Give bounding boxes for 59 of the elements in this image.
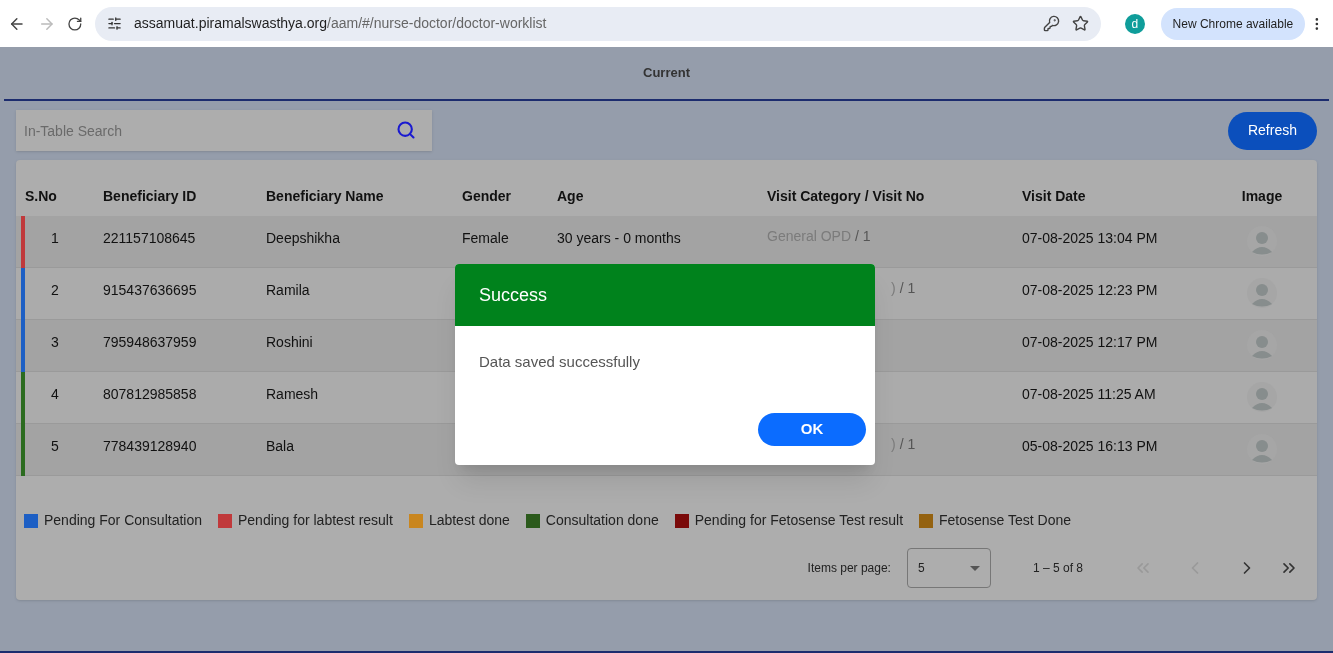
column-header: Beneficiary Name <box>266 187 385 206</box>
column-header: Visit Category / Visit No <box>767 187 926 206</box>
search-field[interactable]: In-Table Search <box>16 110 432 151</box>
refresh-button[interactable]: Refresh <box>1227 111 1317 150</box>
dialog-title: Success <box>479 283 548 307</box>
dropdown-caret-icon <box>969 565 980 571</box>
table-cell: Ramesh <box>266 386 319 402</box>
range-label: 1 – 5 of 8 <box>1032 560 1083 577</box>
table-cell: 1 <box>51 230 59 246</box>
table-cell: 778439128940 <box>103 438 197 454</box>
table-cell: 07-08-2025 12:23 PM <box>1022 282 1158 298</box>
legend-label: Pending For Consultation <box>44 511 202 530</box>
legend-label: Labtest done <box>428 511 510 530</box>
items-per-page-label: Items per page: <box>807 560 891 577</box>
table-cell: 915437636695 <box>103 282 197 298</box>
table-cell: 07-08-2025 13:04 PM <box>1022 230 1158 246</box>
legend-label: Pending for labtest result <box>238 511 393 530</box>
reload-icon[interactable] <box>67 15 84 32</box>
ok-button[interactable]: OK <box>758 413 866 446</box>
visit-category: ) <box>891 279 896 298</box>
column-header: Gender <box>462 187 512 206</box>
table-cell: 07-08-2025 12:17 PM <box>1022 334 1158 350</box>
table-cell: Female <box>462 230 509 246</box>
page-size-select[interactable]: 5 <box>906 548 991 588</box>
table-cell: 4 <box>51 386 59 402</box>
visit-number: / 1 <box>899 279 916 298</box>
visit-number: / 1 <box>899 435 916 454</box>
url-text: assamuat.piramalswasthya.org/aam/#/nurse-doctor/doctor-worklist <box>134 14 547 33</box>
table-cell: 5 <box>51 438 59 454</box>
dialog-message: Data saved successfully <box>478 352 641 372</box>
column-header: Age <box>557 187 585 206</box>
table-cell: 807812985858 <box>103 386 197 402</box>
column-header: Image <box>1240 187 1284 206</box>
update-chip[interactable]: New Chrome available <box>1160 7 1306 40</box>
search-icon[interactable] <box>396 120 416 140</box>
legend-label: Consultation done <box>545 511 659 530</box>
address-bar[interactable]: assamuat.piramalswasthya.org/aam/#/nurse-doctor/doctor-worklist <box>95 6 1101 41</box>
table-cell: 30 years - 0 months <box>557 230 681 246</box>
bookmark-star-icon[interactable] <box>1071 15 1089 32</box>
table-cell: Ramila <box>266 282 310 298</box>
key-icon[interactable] <box>1042 15 1060 32</box>
column-header: S.No <box>25 187 58 206</box>
table-cell: Deepshikha <box>266 230 340 246</box>
table-cell: 795948637959 <box>103 334 197 350</box>
site-info-icon[interactable] <box>107 16 123 31</box>
table-cell: 07-08-2025 11:25 AM <box>1022 386 1156 402</box>
table-cell: 2 <box>51 282 59 298</box>
table-cell: 3 <box>51 334 59 350</box>
visit-category: ) <box>891 435 896 454</box>
column-header: Visit Date <box>1022 187 1087 206</box>
legend-label: Pending for Fetosense Test result <box>694 511 904 530</box>
table-cell: Bala <box>266 438 295 454</box>
table-cell: Roshini <box>266 334 313 350</box>
table-cell: 221157108645 <box>103 230 196 246</box>
column-header: Beneficiary ID <box>103 187 198 206</box>
legend-label: Fetosense Test Done <box>939 511 1072 530</box>
table-cell: 05-08-2025 16:13 PM <box>1022 438 1158 454</box>
tab[interactable]: Current <box>4 47 1329 99</box>
visit-number: / 1 <box>855 227 871 246</box>
